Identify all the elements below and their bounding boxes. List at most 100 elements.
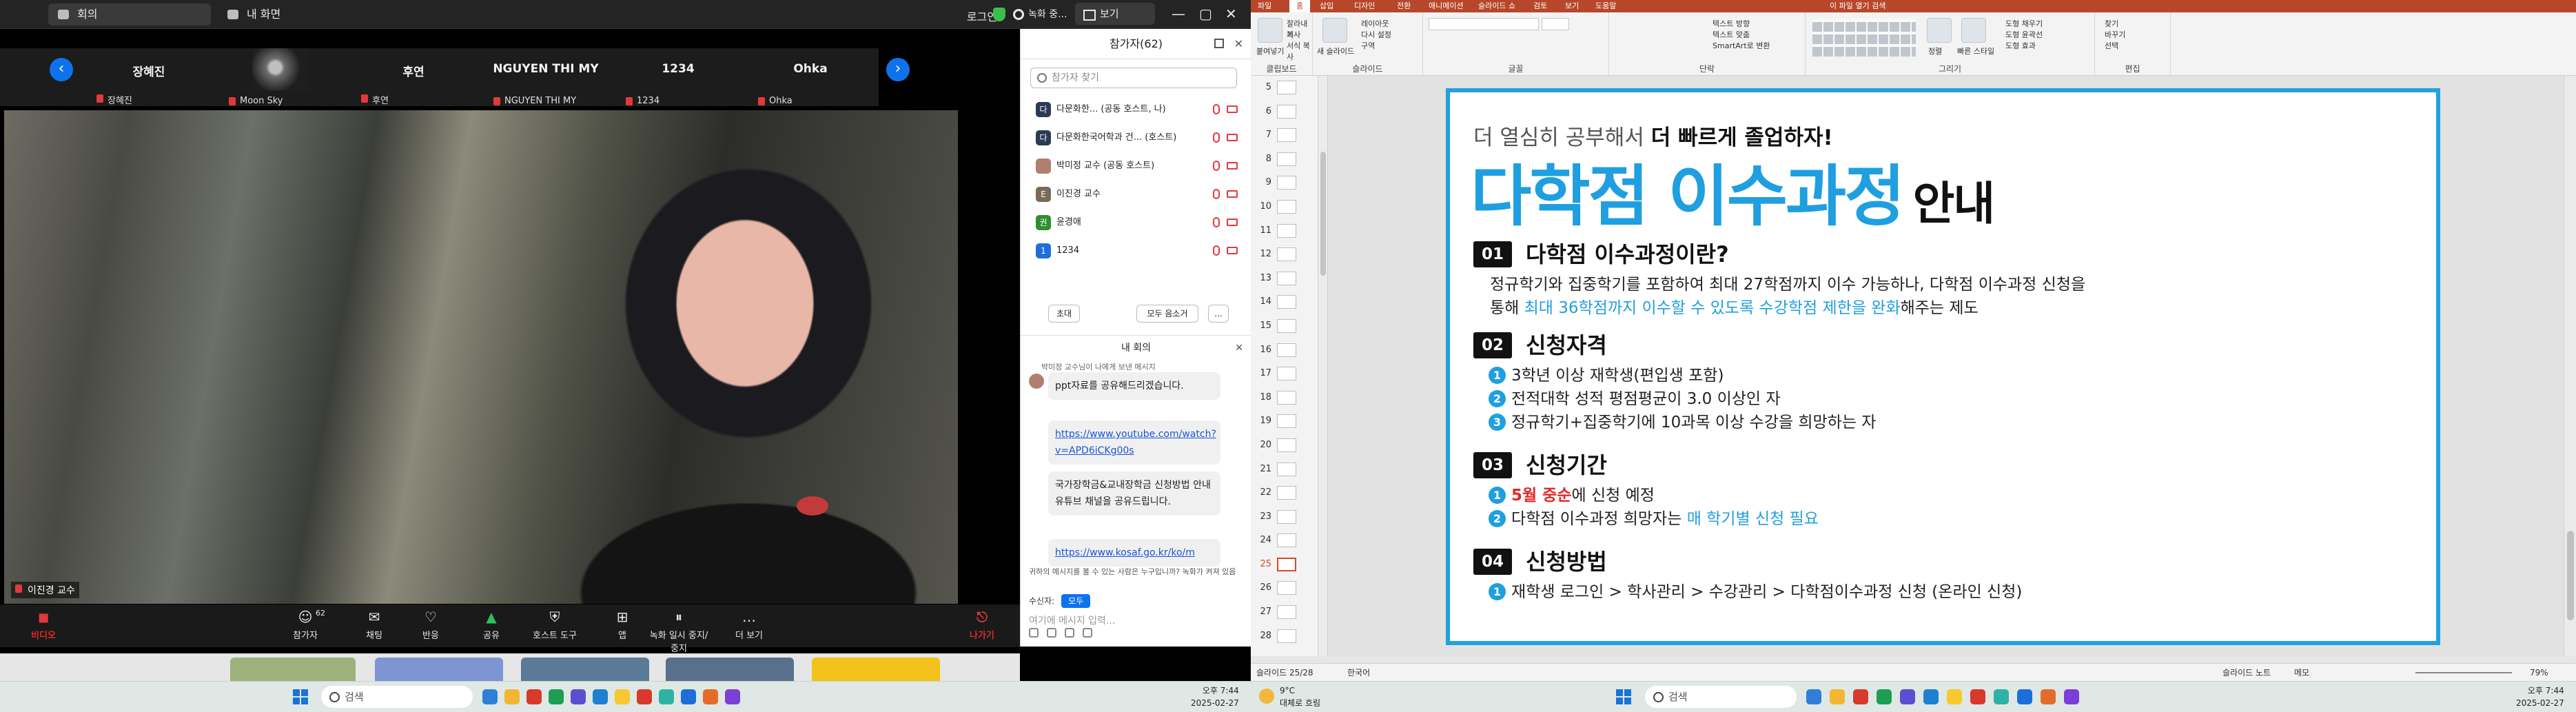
slide-thumbnail[interactable]: 10 bbox=[1251, 195, 1318, 219]
slide-thumbnail[interactable]: 23 bbox=[1251, 505, 1318, 529]
control-shield[interactable]: ⛨ 호스트 도구 bbox=[524, 609, 586, 641]
format-icon[interactable] bbox=[1029, 628, 1039, 638]
mic-muted-icon[interactable] bbox=[1213, 132, 1220, 143]
comments-button[interactable]: 메모 bbox=[2294, 664, 2309, 682]
slide-thumbnail[interactable]: 25 bbox=[1251, 553, 1318, 577]
ribbon-tab[interactable]: 검토 bbox=[1533, 0, 1547, 12]
slide-thumbnail[interactable]: 11 bbox=[1251, 219, 1318, 243]
align-text-button[interactable]: 텍스트 맞춤 bbox=[1713, 29, 1750, 40]
taskbar-search[interactable]: 검색 bbox=[1645, 686, 1797, 708]
control-video-off[interactable]: ◼ 비디오 bbox=[12, 609, 74, 641]
preview-thumbnail[interactable] bbox=[375, 658, 503, 681]
mute-all-button[interactable]: 모두 음소거 bbox=[1136, 305, 1198, 323]
slide-thumbnail[interactable]: 14 bbox=[1251, 290, 1318, 314]
control-participants[interactable]: ☺ 62 참가자 bbox=[274, 609, 336, 641]
recording-status[interactable]: 녹화 중... bbox=[1028, 7, 1067, 21]
scrollbar-knob[interactable] bbox=[2567, 531, 2574, 620]
invite-button[interactable]: 초대 bbox=[1048, 305, 1080, 323]
zoom-slider[interactable] bbox=[2415, 672, 2512, 673]
mic-muted-icon[interactable] bbox=[1213, 245, 1220, 256]
taskbar-app-icon[interactable] bbox=[1947, 689, 1962, 704]
tab-meeting[interactable]: 회의 bbox=[48, 3, 211, 26]
slide-thumbnail[interactable]: 7 bbox=[1251, 123, 1318, 148]
screenshot-icon[interactable] bbox=[1083, 628, 1092, 638]
language-status[interactable]: 한국어 bbox=[1347, 664, 1370, 682]
video-off-icon[interactable] bbox=[1227, 247, 1238, 254]
format-painter-button[interactable]: 서식 복사 bbox=[1287, 40, 1312, 62]
participant-row[interactable]: 1 1234 bbox=[1021, 236, 1251, 265]
ribbon-tab[interactable]: 홈 bbox=[1289, 0, 1311, 12]
taskbar-app-icon[interactable] bbox=[1830, 689, 1845, 704]
select-button[interactable]: 선택 bbox=[2105, 40, 2118, 51]
participant-row[interactable]: 다 다문화한국어학과 건... (호스트) bbox=[1021, 123, 1251, 152]
slide-thumbnail[interactable]: 18 bbox=[1251, 386, 1318, 410]
slide-thumbnail[interactable]: 21 bbox=[1251, 458, 1318, 482]
participant-tile[interactable]: 후연 후연 bbox=[353, 48, 474, 106]
close-icon[interactable]: ✕ bbox=[1234, 29, 1243, 59]
reset-button[interactable]: 다시 설정 bbox=[1361, 29, 1391, 40]
layout-button[interactable]: 레이아웃 bbox=[1361, 18, 1389, 29]
chat-input[interactable]: 여기에 메시지 입력... bbox=[1029, 613, 1115, 627]
weather-widget[interactable]: 9°C 대체로 흐림 bbox=[1259, 684, 1320, 709]
video-off-icon[interactable] bbox=[1227, 218, 1238, 226]
mic-muted-icon[interactable] bbox=[1213, 189, 1220, 199]
paste-icon[interactable] bbox=[1258, 18, 1282, 43]
font-size-select[interactable] bbox=[1542, 18, 1569, 30]
slide-thumbnail[interactable]: 24 bbox=[1251, 529, 1318, 553]
maximize-button[interactable]: ▢ bbox=[1199, 6, 1212, 22]
ribbon-tab[interactable]: 보기 bbox=[1565, 0, 1579, 12]
taskbar-app-icon[interactable] bbox=[482, 689, 498, 704]
taskbar-app-icon[interactable] bbox=[527, 689, 542, 704]
participant-tile[interactable]: 장혜진 장혜진 bbox=[88, 48, 209, 106]
quick-styles-button[interactable]: 빠른 스타일 bbox=[1957, 45, 1994, 57]
strip-prev-button[interactable]: ‹ bbox=[50, 58, 73, 81]
ribbon-tab[interactable]: 디자인 bbox=[1354, 0, 1375, 12]
taskbar-app-icon[interactable] bbox=[1877, 689, 1892, 704]
taskbar-search[interactable]: 검색 bbox=[321, 686, 473, 708]
popout-icon[interactable] bbox=[1214, 39, 1224, 48]
slide-thumbnail[interactable]: 28 bbox=[1251, 624, 1318, 649]
minimize-button[interactable]: — bbox=[1172, 6, 1185, 22]
taskbar-app-icon[interactable] bbox=[1994, 689, 2009, 704]
taskbar-app-icon[interactable] bbox=[1806, 689, 1821, 704]
list-buttons[interactable] bbox=[1615, 18, 1697, 30]
taskbar-app-icon[interactable] bbox=[1853, 689, 1868, 704]
copy-button[interactable]: 복사 bbox=[1287, 29, 1300, 40]
font-family-select[interactable] bbox=[1429, 18, 1539, 30]
slide-thumbnail[interactable]: 20 bbox=[1251, 434, 1318, 458]
slide-thumbnail[interactable]: 22 bbox=[1251, 481, 1318, 505]
emoji-icon[interactable] bbox=[1047, 628, 1056, 638]
taskbar-app-icon[interactable] bbox=[571, 689, 586, 704]
preview-thumbnail[interactable] bbox=[666, 658, 794, 681]
close-icon[interactable]: ✕ bbox=[1235, 336, 1243, 360]
mic-muted-icon[interactable] bbox=[1213, 161, 1220, 171]
start-icon[interactable] bbox=[293, 689, 308, 704]
ribbon-tab[interactable]: 애니메이션 bbox=[1429, 0, 1464, 12]
find-button[interactable]: 찾기 bbox=[2105, 18, 2118, 29]
shape-fill-button[interactable]: 도형 채우기 bbox=[2005, 18, 2043, 29]
view-button[interactable]: 보기 bbox=[1075, 3, 1155, 25]
slide-thumbnail[interactable]: 5 bbox=[1251, 76, 1318, 100]
slide-thumbnail[interactable]: 6 bbox=[1251, 100, 1318, 124]
slide-thumbnail[interactable]: 15 bbox=[1251, 314, 1318, 338]
mic-muted-icon[interactable] bbox=[1213, 217, 1220, 227]
taskbar-app-icon[interactable] bbox=[659, 689, 674, 704]
preview-thumbnail[interactable] bbox=[230, 658, 356, 681]
participant-row[interactable]: E 이진경 교수 bbox=[1021, 180, 1251, 208]
mic-muted-icon[interactable] bbox=[1213, 104, 1220, 114]
control-more[interactable]: … 더 보기 bbox=[718, 609, 780, 641]
editor-scrollbar[interactable] bbox=[2564, 76, 2576, 656]
video-off-icon[interactable] bbox=[1227, 105, 1238, 113]
section-button[interactable]: 구역 bbox=[1361, 40, 1375, 51]
taskbar-app-icon[interactable] bbox=[703, 689, 718, 704]
participant-tile[interactable]: NGUYEN THI MY NGUYEN THI MY bbox=[485, 48, 606, 106]
notes-button[interactable]: 슬라이드 노트 bbox=[2222, 664, 2271, 682]
taskbar-app-icon[interactable] bbox=[681, 689, 696, 704]
text-direction-button[interactable]: 텍스트 방향 bbox=[1713, 18, 1750, 29]
slide-canvas[interactable]: 더 열심히 공부해서 더 빠르게 졸업하자! 다학점 이수과정 안내 01 다학점… bbox=[1446, 88, 2440, 645]
chat-link[interactable]: https://www.youtube.com/watch?v=APD6iCKg… bbox=[1048, 420, 1220, 465]
quick-styles-icon[interactable] bbox=[1961, 18, 1986, 43]
file-icon[interactable] bbox=[1065, 628, 1074, 638]
font-format-buttons[interactable] bbox=[1429, 36, 1601, 48]
shape-outline-button[interactable]: 도형 윤곽선 bbox=[2005, 29, 2043, 40]
